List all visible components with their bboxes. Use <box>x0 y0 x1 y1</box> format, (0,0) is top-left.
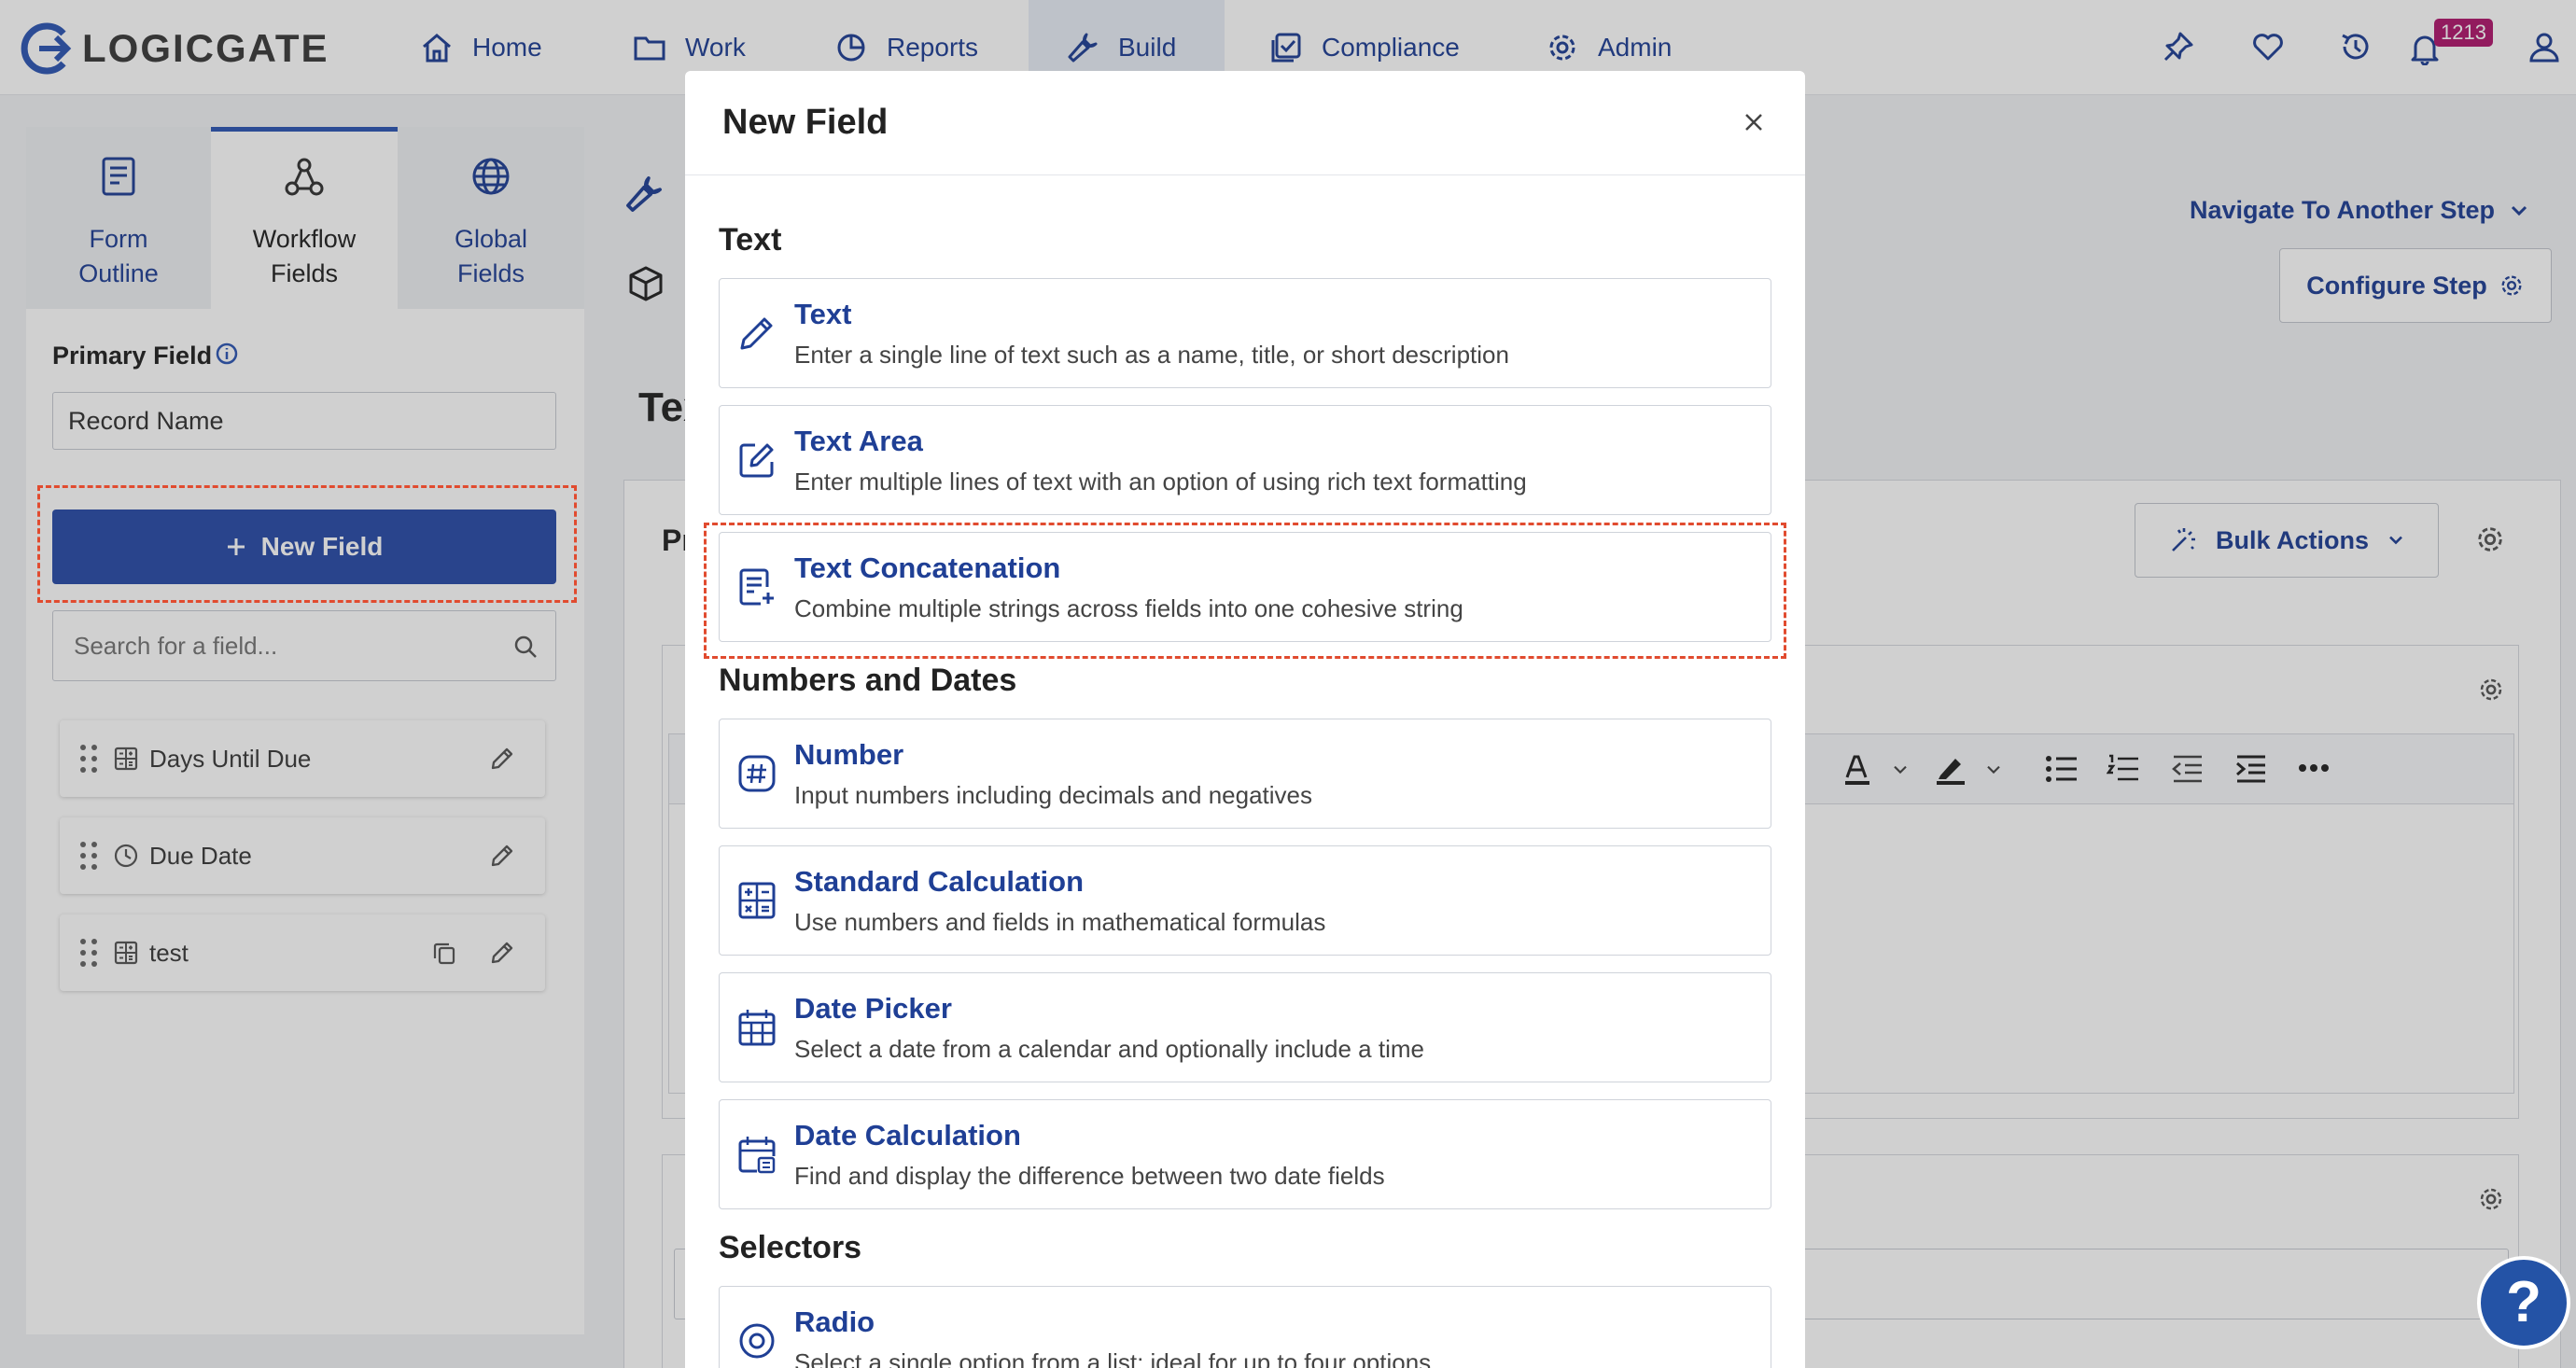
section-title-numbers-dates: Numbers and Dates <box>719 663 1017 698</box>
option-desc: Select a date from a calendar and option… <box>794 1035 1424 1063</box>
option-title: Text Area <box>794 425 923 457</box>
close-icon[interactable] <box>1743 112 1764 133</box>
option-title: Radio <box>794 1305 875 1338</box>
calendar-icon <box>738 1010 776 1046</box>
option-date-picker[interactable]: Date Picker Select a date from a calenda… <box>719 972 1771 1082</box>
option-text[interactable]: Text Enter a single line of text such as… <box>719 278 1771 388</box>
option-desc: Input numbers including decimals and neg… <box>794 781 1313 809</box>
pencil-icon <box>740 317 773 350</box>
option-desc: Find and display the difference between … <box>794 1162 1385 1190</box>
modal-header: New Field <box>685 71 1805 175</box>
option-title: Text <box>794 298 852 330</box>
option-date-calculation[interactable]: Date Calculation Find and display the di… <box>719 1099 1771 1209</box>
calculator-icon <box>738 882 776 919</box>
option-title: Number <box>794 738 904 771</box>
radio-icon <box>739 1323 775 1359</box>
option-title: Date Picker <box>794 992 952 1025</box>
option-title: Standard Calculation <box>794 865 1085 898</box>
option-desc: Enter multiple lines of text with an opt… <box>794 468 1527 496</box>
new-field-modal: New Field Text Text Enter a single line … <box>685 71 1805 1368</box>
option-title: Date Calculation <box>794 1119 1021 1152</box>
edit-box-icon <box>739 443 774 478</box>
option-desc: Use numbers and fields in mathematical f… <box>794 908 1326 936</box>
modal-title: New Field <box>722 103 889 142</box>
section-title-selectors: Selectors <box>719 1230 862 1265</box>
option-desc: Enter a single line of text such as a na… <box>794 341 1509 369</box>
option-desc: Select a single option from a list; idea… <box>794 1348 1432 1368</box>
option-number[interactable]: Number Input numbers including decimals … <box>719 719 1771 829</box>
section-title-text: Text <box>719 222 782 258</box>
calendar-calc-icon <box>738 1137 776 1174</box>
option-text-area[interactable]: Text Area Enter multiple lines of text w… <box>719 405 1771 515</box>
text-concatenation-highlight <box>704 523 1786 659</box>
option-radio[interactable]: Radio Select a single option from a list… <box>719 1286 1771 1368</box>
help-button[interactable]: ? <box>2477 1256 2570 1349</box>
hash-icon <box>738 755 776 792</box>
option-standard-calculation[interactable]: Standard Calculation Use numbers and fie… <box>719 845 1771 956</box>
new-field-highlight <box>37 485 577 603</box>
